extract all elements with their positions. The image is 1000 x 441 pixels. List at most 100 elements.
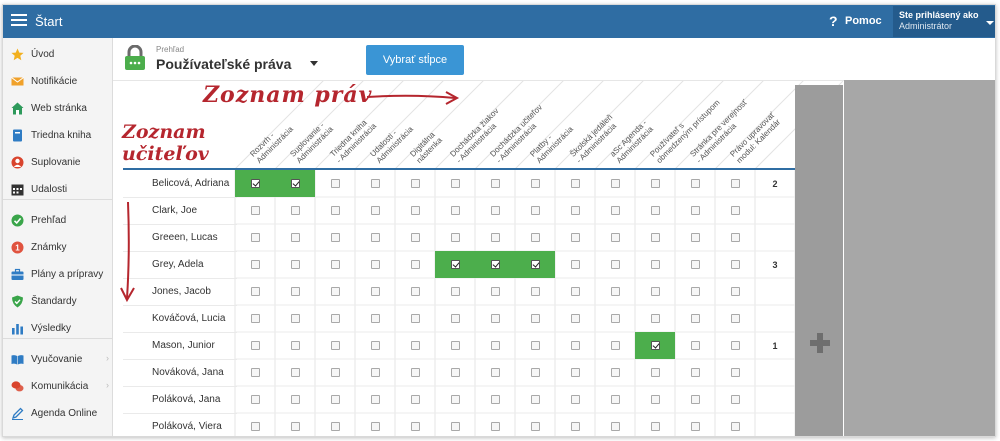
permission-checkbox[interactable]	[330, 260, 340, 269]
permission-checkbox[interactable]	[610, 179, 620, 188]
permission-checkbox[interactable]	[370, 395, 380, 404]
permission-checkbox[interactable]	[650, 287, 660, 296]
title-dropdown-icon[interactable]	[310, 61, 318, 66]
permission-checkbox[interactable]	[450, 422, 460, 431]
permission-checkbox[interactable]	[490, 206, 500, 215]
permission-checkbox[interactable]	[730, 287, 740, 296]
permission-checkbox[interactable]	[330, 395, 340, 404]
permission-checkbox[interactable]	[490, 368, 500, 377]
permission-checkbox[interactable]	[290, 260, 300, 269]
permission-checkbox[interactable]	[570, 206, 580, 215]
permission-checkbox[interactable]	[410, 233, 420, 242]
permission-checkbox[interactable]	[530, 422, 540, 431]
permission-checkbox[interactable]	[490, 179, 500, 188]
permission-checkbox[interactable]	[330, 206, 340, 215]
permission-checkbox[interactable]	[410, 206, 420, 215]
permission-checkbox[interactable]	[250, 341, 260, 350]
permission-checkbox[interactable]	[530, 179, 540, 188]
sidebar-item-vysledky[interactable]: Výsledky	[3, 316, 113, 340]
permission-checkbox[interactable]	[730, 395, 740, 404]
permission-checkbox[interactable]	[690, 395, 700, 404]
sidebar-item-notifikacie[interactable]: Notifikácie	[3, 69, 113, 93]
permission-checkbox[interactable]	[370, 206, 380, 215]
permission-checkbox[interactable]	[570, 287, 580, 296]
permission-checkbox[interactable]	[570, 233, 580, 242]
permission-checkbox[interactable]	[650, 206, 660, 215]
permission-checkbox[interactable]	[570, 368, 580, 377]
sidebar-item-vyucovanie[interactable]: Vyučovanie ›	[3, 347, 113, 371]
permission-checkbox[interactable]	[650, 314, 660, 323]
sidebar-item-agenda-online[interactable]: Agenda Online	[3, 401, 113, 425]
permission-checkbox[interactable]	[490, 233, 500, 242]
permission-checkbox[interactable]	[450, 368, 460, 377]
permission-checkbox[interactable]	[450, 395, 460, 404]
permission-checkbox[interactable]	[650, 395, 660, 404]
permission-checkbox[interactable]	[450, 314, 460, 323]
permission-checkbox-checked[interactable]	[490, 260, 500, 269]
sidebar-item-suplovanie[interactable]: Suplovanie	[3, 150, 113, 174]
permission-checkbox[interactable]	[250, 422, 260, 431]
permission-checkbox[interactable]	[490, 395, 500, 404]
help-icon[interactable]: ?	[829, 13, 838, 29]
permission-checkbox[interactable]	[250, 206, 260, 215]
permission-checkbox[interactable]	[730, 206, 740, 215]
permission-checkbox[interactable]	[250, 314, 260, 323]
permission-checkbox[interactable]	[730, 422, 740, 431]
permission-checkbox[interactable]	[410, 368, 420, 377]
permission-checkbox[interactable]	[450, 206, 460, 215]
permission-checkbox[interactable]	[690, 233, 700, 242]
permission-checkbox[interactable]	[410, 395, 420, 404]
breadcrumb[interactable]: Prehľad	[156, 45, 184, 54]
permission-checkbox[interactable]	[570, 395, 580, 404]
permission-checkbox[interactable]	[650, 179, 660, 188]
sidebar-item-znamky[interactable]: 1 Známky	[3, 235, 113, 259]
permission-checkbox[interactable]	[570, 314, 580, 323]
permission-checkbox[interactable]	[610, 260, 620, 269]
permission-checkbox[interactable]	[370, 233, 380, 242]
permission-checkbox[interactable]	[690, 422, 700, 431]
sidebar-item-uvod[interactable]: Úvod	[3, 42, 113, 66]
permission-checkbox[interactable]	[610, 422, 620, 431]
permission-checkbox[interactable]	[450, 179, 460, 188]
sidebar-item-udalosti[interactable]: Udalosti	[3, 177, 113, 201]
permission-checkbox[interactable]	[370, 260, 380, 269]
permission-checkbox[interactable]	[730, 260, 740, 269]
permission-checkbox[interactable]	[730, 368, 740, 377]
permission-checkbox[interactable]	[290, 287, 300, 296]
permission-checkbox[interactable]	[610, 368, 620, 377]
permission-checkbox[interactable]	[530, 233, 540, 242]
permission-checkbox[interactable]	[730, 179, 740, 188]
permission-checkbox[interactable]	[250, 368, 260, 377]
permission-checkbox[interactable]	[410, 422, 420, 431]
permission-checkbox[interactable]	[650, 422, 660, 431]
sidebar-item-standardy[interactable]: Štandardy	[3, 289, 113, 313]
permission-checkbox[interactable]	[610, 341, 620, 350]
permission-checkbox[interactable]	[610, 233, 620, 242]
permission-checkbox[interactable]	[490, 422, 500, 431]
permission-checkbox[interactable]	[530, 341, 540, 350]
user-menu[interactable]: Ste prihlásený ako Administrátor	[893, 6, 995, 37]
permission-checkbox[interactable]	[530, 395, 540, 404]
permission-checkbox[interactable]	[610, 395, 620, 404]
permission-checkbox[interactable]	[250, 233, 260, 242]
permission-checkbox[interactable]	[490, 341, 500, 350]
permission-checkbox[interactable]	[730, 314, 740, 323]
app-title[interactable]: Štart	[35, 14, 62, 29]
permission-checkbox[interactable]	[610, 287, 620, 296]
permission-checkbox[interactable]	[290, 206, 300, 215]
select-columns-button[interactable]: Vybrať stĺpce	[366, 45, 464, 75]
permission-checkbox[interactable]	[490, 314, 500, 323]
permission-checkbox[interactable]	[370, 179, 380, 188]
permission-checkbox[interactable]	[530, 368, 540, 377]
permission-checkbox[interactable]	[290, 422, 300, 431]
permission-checkbox[interactable]	[250, 287, 260, 296]
permission-checkbox[interactable]	[450, 233, 460, 242]
permission-checkbox[interactable]	[370, 287, 380, 296]
permission-checkbox[interactable]	[530, 206, 540, 215]
permission-checkbox[interactable]	[650, 233, 660, 242]
permission-checkbox[interactable]	[530, 314, 540, 323]
permission-checkbox[interactable]	[450, 287, 460, 296]
permission-checkbox[interactable]	[730, 341, 740, 350]
permission-checkbox[interactable]	[690, 314, 700, 323]
permission-checkbox[interactable]	[690, 206, 700, 215]
